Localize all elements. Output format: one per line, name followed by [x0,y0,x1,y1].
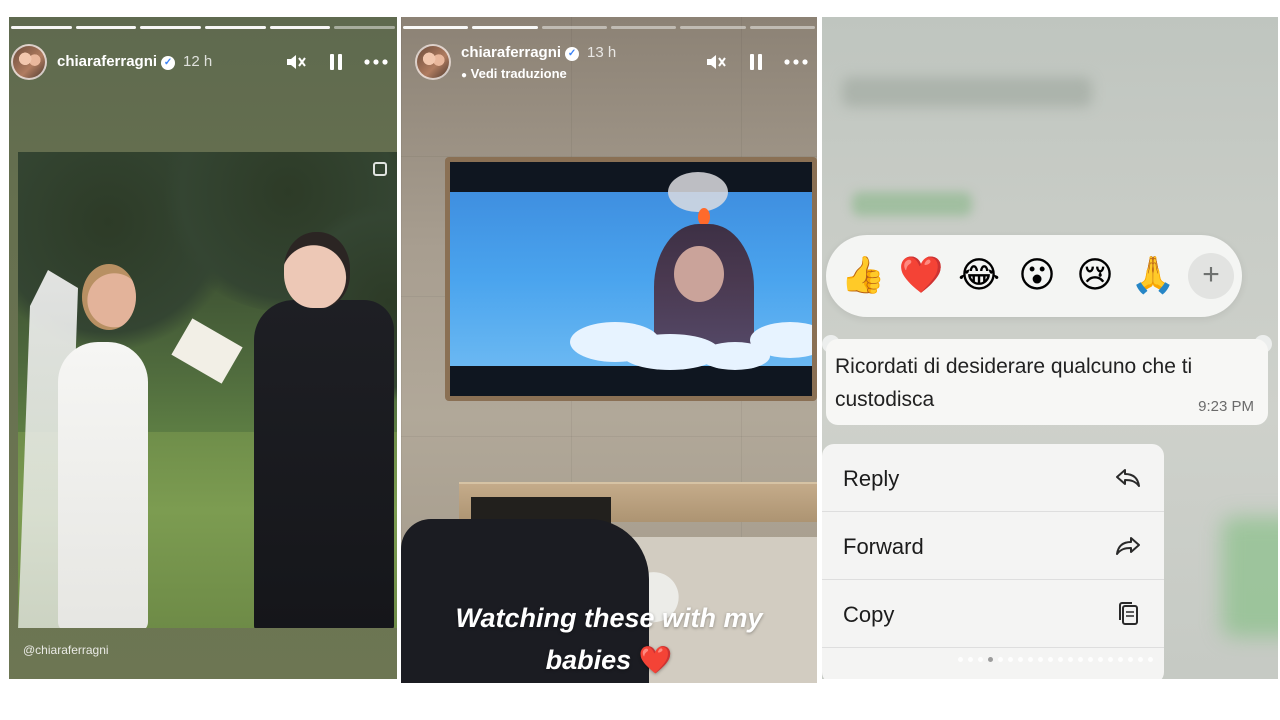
pause-icon [750,54,762,70]
page-dot [1078,657,1083,662]
menu-item-copy[interactable]: Copy [822,580,1164,648]
caption-line-1: Watching these with my [455,603,763,633]
menu-item-reply[interactable]: Reply [822,444,1164,512]
progress-segment [680,26,746,29]
story-panel-wedding: chiaraferragni ✓ 12 h @chiaraferragni [9,17,397,679]
page-dot [1008,657,1013,662]
post-time: 12 h [183,53,213,70]
username[interactable]: chiaraferragni ✓ 13 h [461,44,616,61]
heart-emoji-icon: ❤️ [638,645,673,675]
reaction-emoji-2[interactable]: ❤️ [898,253,944,299]
translate-icon: ● [461,70,468,81]
page-dot [1058,657,1063,662]
menu-item-forward[interactable]: Forward [822,512,1164,580]
story-panel-tv: chiaraferragni ✓ 13 h ● Vedi traduzione Wa… [401,17,817,683]
menu-item-label: Copy [843,602,895,627]
page-dot [988,657,993,662]
page-dot [1098,657,1103,662]
reaction-emoji-6[interactable]: 🙏 [1130,253,1176,299]
reaction-emoji-1[interactable]: 👍 [840,253,886,299]
story-header: chiaraferragni ✓ 12 h [11,44,389,84]
reaction-emoji-4[interactable]: 😮 [1014,253,1060,299]
photo-credit: @chiaraferragni [23,643,109,657]
mute-button[interactable] [703,50,729,74]
pause-button[interactable] [743,50,769,74]
reaction-emoji-5[interactable]: 😢 [1072,253,1118,299]
reaction-emoji-3[interactable]: 😂 [956,253,1002,299]
page-dot [1028,657,1033,662]
translate-link[interactable]: ● Vedi traduzione [461,66,567,81]
page-dot [1148,657,1153,662]
avatar[interactable] [11,44,47,80]
mute-button[interactable] [283,50,309,74]
reply-icon [1116,469,1140,487]
story-progress-bar [11,26,396,29]
username[interactable]: chiaraferragni ✓ 12 h [57,53,212,70]
progress-segment [75,26,137,29]
verified-badge-icon: ✓ [161,56,176,70]
page-dot [1128,657,1133,662]
more-reactions-button[interactable]: + [1188,253,1234,299]
page-dot [1138,657,1143,662]
story-controls [703,50,809,74]
reaction-bar: 👍 ❤️ 😂 😮 😢 🙏 + [826,235,1242,317]
post-time: 13 h [587,44,617,61]
progress-segment [11,26,72,29]
copy-icon [1119,602,1138,625]
page-dot [1118,657,1123,662]
forward-icon [1116,537,1140,555]
menu-item-partial[interactable] [822,648,1164,679]
story-header: chiaraferragni ✓ 13 h ● Vedi traduzione [415,44,809,84]
page-dot [1088,657,1093,662]
menu-item-label: Forward [843,534,924,559]
message-text: Ricordati di desiderare qualcuno che ti … [835,355,1193,411]
story-controls [283,50,389,74]
page-dot [978,657,983,662]
tv-screen [445,157,817,401]
username-text[interactable]: chiaraferragni [57,53,157,70]
speaker-muted-icon [707,55,726,69]
page-dot [1048,657,1053,662]
menu-item-label: Reply [843,466,900,491]
progress-segment [334,26,396,29]
progress-segment [472,26,538,29]
message-bubble[interactable]: Ricordati di desiderare qualcuno che ti … [826,339,1268,425]
pause-icon [330,54,342,70]
progress-segment [269,26,331,29]
more-dots-icon [784,59,808,65]
progress-segment [541,26,607,29]
page-dot [958,657,963,662]
page-dot [1068,657,1073,662]
message-time: 9:23 PM [1198,398,1254,415]
username-text[interactable]: chiaraferragni [461,44,561,61]
menu-page-indicator [958,657,1153,662]
caption-line-2: babies [545,645,632,675]
speaker-muted-icon [287,55,306,69]
progress-segment [749,26,815,29]
more-options-button[interactable] [363,50,389,74]
story-caption: Watching these with my babies ❤️ [401,597,817,681]
page-dot [968,657,973,662]
progress-segment [610,26,677,29]
more-dots-icon [364,59,388,65]
verified-badge-icon: ✓ [565,47,580,61]
more-options-button[interactable] [783,50,809,74]
progress-segment [403,26,469,29]
multi-post-icon [373,162,387,176]
page-dot [1108,657,1113,662]
avatar[interactable] [415,44,451,80]
page-dot [1018,657,1023,662]
wedding-photo [18,152,397,628]
story-progress-bar [403,26,815,29]
progress-segment [205,26,266,29]
progress-segment [140,26,202,29]
context-menu: Reply Forward Copy [822,444,1164,679]
page-dot [998,657,1003,662]
page-dot [1038,657,1043,662]
pause-button[interactable] [323,50,349,74]
translate-label[interactable]: Vedi traduzione [471,66,567,81]
chat-panel: 👍❤️😂😮😢🙏+ ‹ › Ricordati di desiderare qua… [822,17,1278,679]
